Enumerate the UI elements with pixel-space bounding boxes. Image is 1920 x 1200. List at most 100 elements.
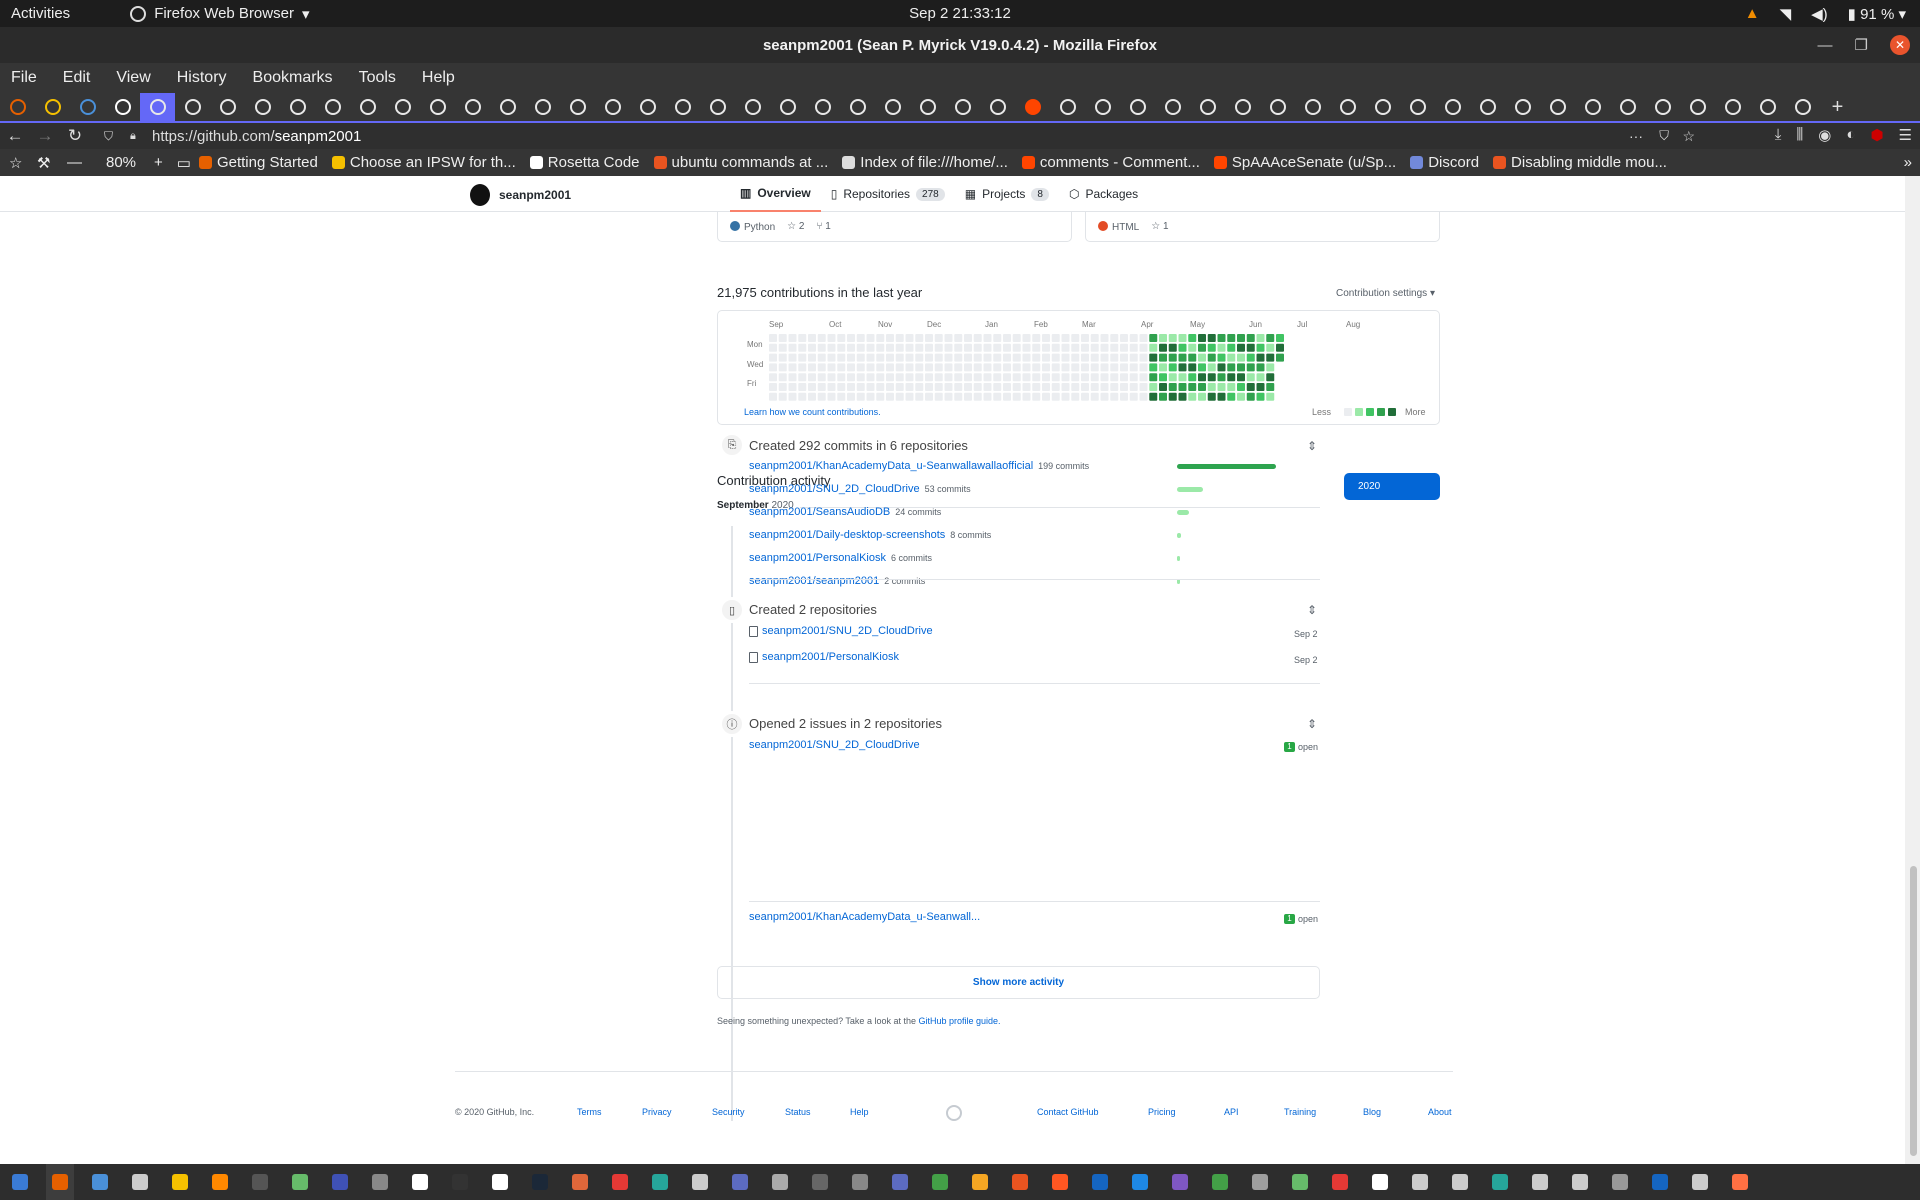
contribution-day[interactable]	[905, 343, 914, 352]
contribution-day[interactable]	[1110, 392, 1119, 401]
issue-repo-link[interactable]: seanpm2001/SNU_2D_CloudDrive	[749, 739, 920, 751]
contribution-day[interactable]	[1071, 363, 1080, 372]
contribution-day[interactable]	[778, 363, 787, 372]
taskbar-app-icon[interactable]	[646, 1164, 674, 1200]
app-menu[interactable]: Firefox Web Browser ▾	[130, 5, 309, 23]
contribution-day[interactable]	[954, 383, 963, 391]
contribution-day[interactable]	[1256, 334, 1265, 342]
contribution-day[interactable]	[1188, 392, 1197, 401]
contribution-day[interactable]	[817, 363, 826, 372]
contribution-day[interactable]	[934, 334, 943, 342]
contribution-day[interactable]	[1022, 353, 1031, 362]
contribution-day[interactable]	[1168, 334, 1177, 342]
browser-tab[interactable]	[875, 93, 910, 121]
contribution-day[interactable]	[1003, 392, 1011, 401]
repo-link[interactable]: seanpm2001/Daily-desktop-screenshots	[749, 529, 945, 541]
contribution-day[interactable]	[847, 353, 855, 362]
contribution-day[interactable]	[1178, 343, 1187, 352]
contribution-day[interactable]	[798, 334, 807, 342]
contribution-day[interactable]	[1139, 373, 1148, 382]
contribution-day[interactable]	[1003, 363, 1011, 372]
contribution-day[interactable]	[915, 363, 924, 372]
contribution-day[interactable]	[993, 353, 1002, 362]
taskbar-app-icon[interactable]	[286, 1164, 314, 1200]
contribution-day[interactable]	[1081, 363, 1089, 372]
contribution-day[interactable]	[1100, 383, 1109, 391]
contribution-day[interactable]	[1071, 353, 1080, 362]
taskbar-app-icon[interactable]	[1006, 1164, 1034, 1200]
commit-repo-row[interactable]: seanpm2001/PersonalKiosk 6 commits	[749, 552, 932, 564]
zoom-level[interactable]: 80%	[106, 154, 154, 171]
contribution-day[interactable]	[983, 373, 992, 382]
contribution-day[interactable]	[1227, 363, 1236, 372]
contribution-day[interactable]	[1159, 353, 1167, 362]
contribution-day[interactable]	[886, 353, 894, 362]
contribution-day[interactable]	[788, 353, 797, 362]
contribution-day[interactable]	[1178, 363, 1187, 372]
contribution-day[interactable]	[944, 383, 953, 391]
contribution-day[interactable]	[1090, 343, 1099, 352]
contribution-settings-button[interactable]: Contribution settings ▾	[1336, 288, 1435, 299]
contribution-day[interactable]	[1266, 383, 1275, 391]
contribution-day[interactable]	[1042, 334, 1050, 342]
contribution-day[interactable]	[1003, 343, 1011, 352]
footer-link-api[interactable]: API	[1224, 1107, 1239, 1117]
browser-tab[interactable]	[840, 93, 875, 121]
contribution-day[interactable]	[837, 383, 846, 391]
contribution-day[interactable]	[1207, 353, 1216, 362]
contribution-day[interactable]	[1061, 383, 1070, 391]
contribution-day[interactable]	[1120, 373, 1128, 382]
contribution-day[interactable]	[895, 353, 904, 362]
contribution-day[interactable]	[1168, 363, 1177, 372]
contribution-day[interactable]	[1100, 353, 1109, 362]
zoom-in-icon[interactable]: +	[154, 154, 163, 171]
contribution-day[interactable]	[886, 383, 894, 391]
taskbar-app-icon[interactable]	[246, 1164, 274, 1200]
contribution-day[interactable]	[905, 353, 914, 362]
contribution-day[interactable]	[876, 334, 885, 342]
contribution-day[interactable]	[778, 343, 787, 352]
contribution-day[interactable]	[1198, 392, 1206, 401]
lock-icon[interactable]: 🔒︎	[130, 130, 136, 143]
contribution-day[interactable]	[1256, 363, 1265, 372]
contribution-day[interactable]	[817, 343, 826, 352]
contribution-day[interactable]	[1168, 392, 1177, 401]
contribution-day[interactable]	[925, 343, 933, 352]
commit-repo-row[interactable]: seanpm2001/KhanAcademyData_u-Seanwallawa…	[749, 460, 1089, 472]
contribution-day[interactable]	[1129, 383, 1138, 391]
contribution-day[interactable]	[925, 353, 933, 362]
contribution-day[interactable]	[964, 373, 972, 382]
contribution-day[interactable]	[915, 343, 924, 352]
contribution-day[interactable]	[866, 334, 875, 342]
footer-link-privacy[interactable]: Privacy	[642, 1107, 672, 1117]
contribution-day[interactable]	[1207, 363, 1216, 372]
taskbar-app-icon[interactable]	[806, 1164, 834, 1200]
contribution-day[interactable]	[866, 383, 875, 391]
contribution-day[interactable]	[915, 383, 924, 391]
taskbar-app-icon[interactable]	[606, 1164, 634, 1200]
commit-count[interactable]: 6 commits	[891, 553, 932, 563]
issue-repo-link[interactable]: seanpm2001/KhanAcademyData_u-Seanwall...	[749, 911, 980, 923]
contribution-day[interactable]	[1003, 334, 1011, 342]
bookmark-item[interactable]: Rosetta Code	[529, 154, 640, 171]
contribution-day[interactable]	[1149, 343, 1158, 352]
contribution-day[interactable]	[798, 363, 807, 372]
contribution-day[interactable]	[1256, 343, 1265, 352]
contribution-day[interactable]	[1237, 343, 1245, 352]
contribution-day[interactable]	[1149, 363, 1158, 372]
contribution-day[interactable]	[1022, 392, 1031, 401]
contribution-day[interactable]	[847, 363, 855, 372]
wrench-icon[interactable]: ⚒	[37, 154, 50, 172]
contribution-day[interactable]	[1237, 334, 1245, 342]
menu-file[interactable]: File	[11, 69, 37, 87]
contribution-day[interactable]	[1188, 373, 1197, 382]
contribution-day[interactable]	[1276, 334, 1284, 342]
contribution-day[interactable]	[1198, 363, 1206, 372]
contribution-day[interactable]	[1129, 363, 1138, 372]
repo-link[interactable]: seanpm2001/SNU_2D_CloudDrive	[749, 483, 920, 495]
browser-tab[interactable]	[1715, 93, 1750, 121]
contribution-day[interactable]	[944, 373, 953, 382]
taskbar-app-icon[interactable]	[966, 1164, 994, 1200]
contribution-day[interactable]	[778, 334, 787, 342]
contribution-day[interactable]	[1120, 383, 1128, 391]
